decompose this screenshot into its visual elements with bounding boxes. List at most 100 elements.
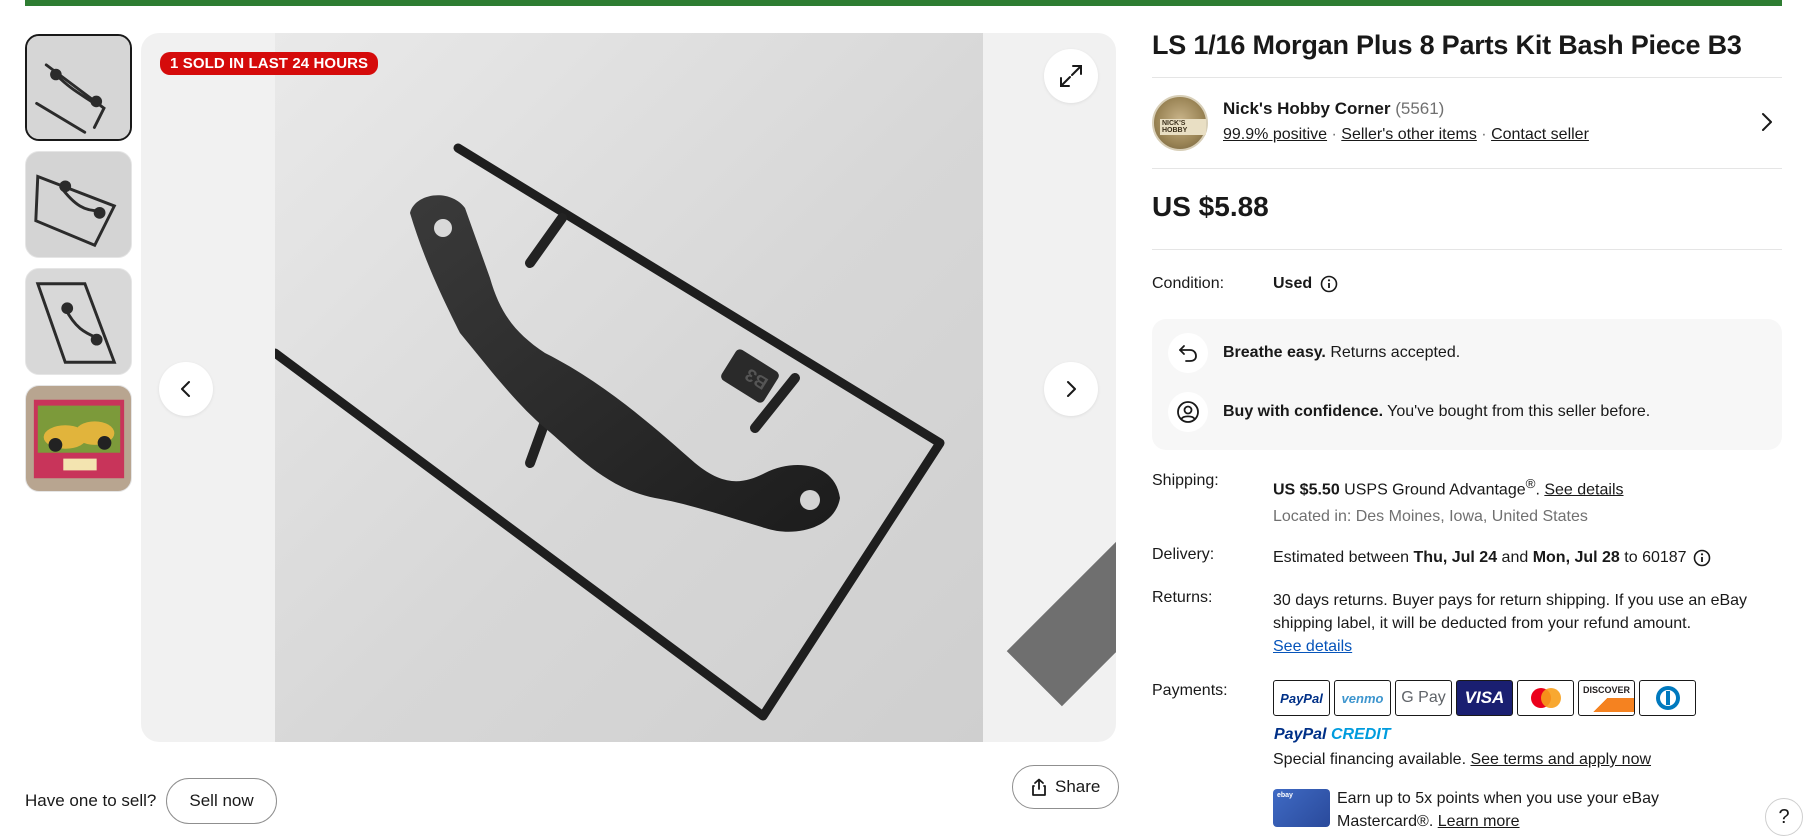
returns-accepted-row: Breathe easy. Returns accepted. bbox=[1168, 333, 1460, 373]
chevron-left-icon bbox=[181, 381, 190, 397]
returns-accepted-text: Breathe easy. Returns accepted. bbox=[1223, 344, 1460, 362]
discover-stripe bbox=[1579, 697, 1634, 712]
returns-line-2: shipping label, it will be deducted from… bbox=[1273, 615, 1692, 632]
earn-points-line-2: Mastercard®. Learn more bbox=[1337, 813, 1520, 830]
price: US $5.88 bbox=[1152, 191, 1269, 222]
thumbnail-1[interactable] bbox=[25, 34, 132, 141]
buy-with-confidence-text: Buy with confidence. You've bought from … bbox=[1223, 403, 1650, 421]
thumbnail-2[interactable] bbox=[25, 151, 132, 258]
condition-value-text: Used bbox=[1273, 275, 1313, 292]
earn-points-line-1: Earn up to 5x points when you use your e… bbox=[1337, 790, 1659, 807]
previous-image-button[interactable] bbox=[159, 362, 213, 416]
info-icon[interactable] bbox=[1320, 275, 1338, 293]
financing-terms-link[interactable]: See terms and apply now bbox=[1470, 751, 1651, 768]
registered-mark: ® bbox=[1525, 476, 1536, 491]
diners-club-icon bbox=[1655, 686, 1680, 710]
item-location: Located in: Des Moines, Iowa, United Sta… bbox=[1273, 508, 1588, 525]
mastercard-logo bbox=[1517, 680, 1574, 716]
buy-with-confidence-row: Buy with confidence. You've bought from … bbox=[1168, 392, 1650, 432]
earn-points-promo: Earn up to 5x points when you use your e… bbox=[1337, 787, 1659, 833]
delivery-prefix: Estimated between bbox=[1273, 549, 1414, 566]
buy-with-confidence-bold: Buy with confidence. bbox=[1223, 403, 1384, 420]
thumbnail-2-image bbox=[26, 152, 131, 257]
top-accent-bar bbox=[25, 0, 1782, 6]
paypal-logo: PayPal bbox=[1273, 680, 1330, 716]
share-icon bbox=[1032, 778, 1046, 796]
delivery-and: and bbox=[1497, 549, 1533, 566]
paypal-credit-logo: PayPal CREDIT bbox=[1274, 726, 1391, 743]
breathe-easy-bold: Breathe easy. bbox=[1223, 344, 1326, 361]
have-one-label: Have one to sell? bbox=[25, 791, 157, 810]
seller-logo-text: NICK'S HOBBY bbox=[1160, 119, 1206, 135]
shipping-cost: US $5.50 bbox=[1273, 481, 1340, 499]
special-financing: Special financing available. See terms a… bbox=[1273, 751, 1651, 769]
sell-now-button[interactable]: Sell now bbox=[166, 778, 277, 824]
condition-label: Condition: bbox=[1152, 275, 1225, 292]
help-button[interactable]: ? bbox=[1765, 798, 1803, 836]
delivery-label: Delivery: bbox=[1152, 546, 1215, 563]
delivery-zip: to 60187 bbox=[1619, 549, 1687, 566]
thumbnail-3[interactable] bbox=[25, 268, 132, 375]
seller-name[interactable]: Nick's Hobby Corner (5561) bbox=[1223, 99, 1444, 119]
return-arrow-icon bbox=[1168, 333, 1208, 373]
buyer-confidence-box: Breathe easy. Returns accepted. Buy with… bbox=[1152, 319, 1782, 450]
user-circle-icon bbox=[1168, 392, 1208, 432]
google-pay-logo: G Pay bbox=[1395, 680, 1452, 716]
payments-label: Payments: bbox=[1152, 682, 1228, 699]
visa-logo: VISA bbox=[1456, 680, 1513, 716]
thumbnail-3-image bbox=[26, 269, 131, 374]
returns-accepted-detail: Returns accepted. bbox=[1325, 344, 1461, 361]
returns-see-details: See details bbox=[1273, 635, 1352, 658]
seller-positive-link[interactable]: 99.9% positive bbox=[1223, 126, 1327, 143]
payment-logos: PayPal venmo G Pay VISA DISCOVER bbox=[1273, 680, 1696, 716]
thumbnail-4[interactable] bbox=[25, 385, 132, 492]
contact-seller-link[interactable]: Contact seller bbox=[1491, 126, 1589, 143]
divider bbox=[1152, 168, 1782, 169]
shipping-value: US $5.50 USPS Ground Advantage®. See det… bbox=[1273, 472, 1624, 501]
shipping-service: USPS Ground Advantage bbox=[1339, 481, 1526, 499]
seller-logo[interactable]: NICK'S HOBBY bbox=[1152, 95, 1208, 151]
share-label: Share bbox=[1055, 777, 1101, 796]
mastercard-icon bbox=[1530, 688, 1561, 708]
divider bbox=[1152, 77, 1782, 78]
ebay-mastercard-image: ebay bbox=[1273, 789, 1330, 827]
discover-logo: DISCOVER bbox=[1578, 680, 1635, 716]
seller-name-text: Nick's Hobby Corner bbox=[1223, 99, 1391, 118]
seller-links: 99.9% positive · Seller's other items · … bbox=[1223, 126, 1589, 144]
listing-title: LS 1/16 Morgan Plus 8 Parts Kit Bash Pie… bbox=[1152, 30, 1742, 60]
share-button[interactable]: Share bbox=[1012, 765, 1120, 809]
thumbnail-4-box-image bbox=[26, 386, 131, 491]
separator: · bbox=[1481, 126, 1487, 143]
sold-ribbon: SOLD bbox=[1006, 417, 1116, 707]
venmo-logo: venmo bbox=[1334, 680, 1391, 716]
sprue-part-image: B3 bbox=[275, 143, 945, 721]
shipping-see-details-link[interactable]: See details bbox=[1544, 481, 1623, 498]
seller-card[interactable]: NICK'S HOBBY Nick's Hobby Corner (5561) … bbox=[1152, 95, 1782, 151]
info-icon[interactable] bbox=[1693, 549, 1711, 567]
seller-other-items-link[interactable]: Seller's other items bbox=[1341, 126, 1477, 143]
main-image-gallery[interactable]: B3 1 SOLD IN LAST 24 HOURS SOLD bbox=[141, 33, 1116, 742]
thumbnail-strip bbox=[25, 34, 133, 502]
thumbnail-1-image bbox=[27, 36, 130, 139]
learn-more-link[interactable]: Learn more bbox=[1438, 813, 1520, 830]
delivery-value: Estimated between Thu, Jul 24 and Mon, J… bbox=[1273, 546, 1711, 569]
shipping-label: Shipping: bbox=[1152, 472, 1219, 489]
divider bbox=[1152, 249, 1782, 250]
buy-with-confidence-detail: You've bought from this seller before. bbox=[1383, 403, 1651, 420]
product-photo: B3 bbox=[275, 33, 983, 742]
separator: · bbox=[1331, 126, 1337, 143]
returns-label: Returns: bbox=[1152, 589, 1213, 606]
chevron-right-icon bbox=[1067, 381, 1076, 397]
expand-icon bbox=[1060, 65, 1082, 87]
delivery-start: Thu, Jul 24 bbox=[1413, 549, 1498, 566]
sold-recently-badge: 1 SOLD IN LAST 24 HOURS bbox=[160, 52, 379, 75]
have-one-to-sell: Have one to sell? Sell now bbox=[25, 778, 277, 824]
financing-text: Special financing available. bbox=[1273, 751, 1471, 768]
next-image-button[interactable] bbox=[1044, 362, 1098, 416]
condition-value: Used bbox=[1273, 275, 1338, 293]
expand-image-button[interactable] bbox=[1044, 49, 1098, 103]
shipping-period: . bbox=[1535, 481, 1545, 499]
chevron-right-icon[interactable] bbox=[1760, 111, 1774, 133]
returns-see-details-link[interactable]: See details bbox=[1273, 638, 1352, 655]
returns-line-1: 30 days returns. Buyer pays for return s… bbox=[1273, 592, 1748, 609]
